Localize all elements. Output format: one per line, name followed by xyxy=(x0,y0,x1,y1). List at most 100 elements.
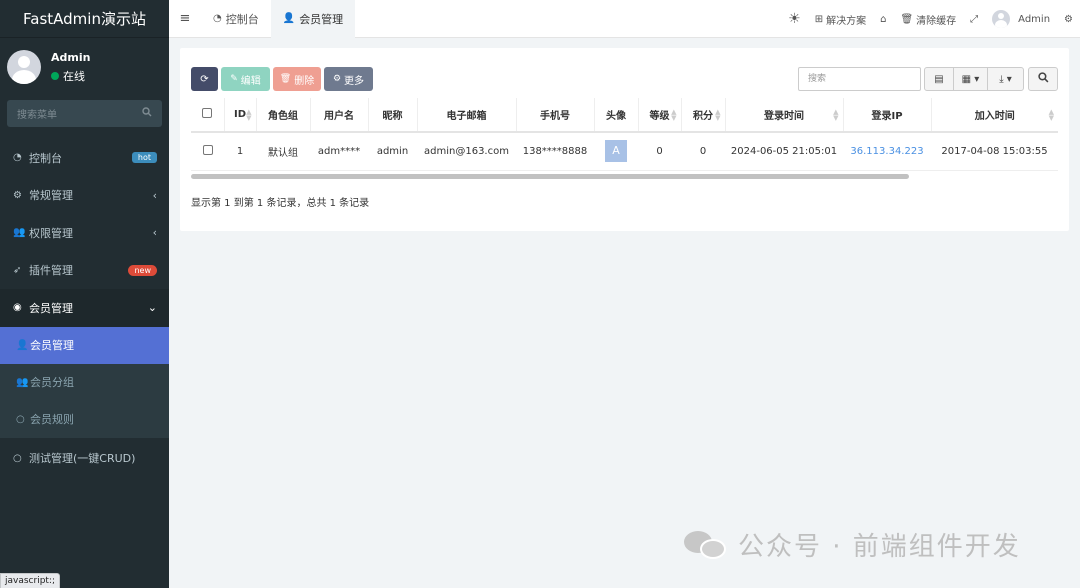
row-checkbox[interactable] xyxy=(202,144,213,155)
sidebar: FastAdmin演示站 Admin 在线 搜索菜单 ◔ 控制台 hot ⚙ 常… xyxy=(0,0,169,588)
menu-search-placeholder: 搜索菜单 xyxy=(17,110,57,121)
cog-icon: ⚙ xyxy=(332,74,342,84)
hot-badge: hot xyxy=(131,152,157,164)
sidebar-item-label: 插件管理 xyxy=(29,264,73,278)
expand-icon: ⤢ xyxy=(970,13,979,25)
sidebar-subitem-member-rule[interactable]: ○ 会员规则 xyxy=(0,401,169,438)
tab-dashboard[interactable]: ◔ 控制台 xyxy=(201,0,271,38)
sidebar-item-addons[interactable]: ➶ 插件管理 new xyxy=(0,252,169,290)
sidebar-item-label: 会员管理 xyxy=(29,301,73,315)
sidebar-item-members[interactable]: ◉ 会员管理 ⌄ xyxy=(0,289,169,327)
user-icon: 👤 xyxy=(282,13,296,24)
view-controls: ▤ ▦ ▾ ⤓ ▾ xyxy=(924,67,1024,91)
dashboard-icon: ◔ xyxy=(213,13,222,24)
sidebar-item-dashboard[interactable]: ◔ 控制台 hot xyxy=(0,139,169,177)
sort-icon: ▲ ▼ xyxy=(833,108,839,122)
export-button[interactable]: ⤓ ▾ xyxy=(987,67,1024,91)
home-button[interactable]: ⌂ xyxy=(873,14,893,25)
column-header[interactable]: ID ▲ ▼ xyxy=(224,98,257,133)
trash-icon: 🗑 xyxy=(279,74,292,84)
columns-toggle-button[interactable]: ▦ ▾ xyxy=(953,67,988,91)
sidebar-subitem-member-group[interactable]: 👥 会员分组 xyxy=(0,364,169,401)
column-header[interactable]: 加入时间 ▲ ▼ xyxy=(931,98,1058,133)
sort-icon: ▲ ▼ xyxy=(246,108,252,122)
user-name: Admin xyxy=(51,50,91,64)
chevron-left-icon: ‹ xyxy=(152,188,157,202)
theme-toggle-button[interactable]: ☀ xyxy=(781,11,808,27)
search-icon[interactable] xyxy=(142,107,152,120)
sun-icon: ☀ xyxy=(788,11,801,27)
circle-icon: ○ xyxy=(13,452,22,464)
user-menu-label: Admin xyxy=(1018,13,1051,25)
horizontal-scrollbar[interactable] xyxy=(191,173,909,179)
fullscreen-button[interactable]: ⤢ xyxy=(963,14,985,25)
sort-icon: ▲ ▼ xyxy=(715,108,721,122)
search-icon xyxy=(1037,72,1049,86)
menu-toggle-icon[interactable]: ≡ xyxy=(169,11,201,26)
dashboard-icon: ◔ xyxy=(13,152,22,164)
delete-button[interactable]: 🗑 删除 xyxy=(273,67,321,91)
select-all-checkbox[interactable] xyxy=(202,108,213,118)
download-icon: ⤓ ▾ xyxy=(999,73,1012,85)
column-header[interactable]: 登录时间 ▲ ▼ xyxy=(725,98,844,133)
sidebar-item-label: 会员规则 xyxy=(30,413,74,426)
status-bar-url: javascript:; xyxy=(0,573,61,588)
tab-member-manage[interactable]: 👤 会员管理 xyxy=(270,0,356,38)
avatar[interactable]: A xyxy=(605,140,627,163)
app-logo[interactable]: FastAdmin演示站 xyxy=(0,0,169,38)
circle-icon: ○ xyxy=(16,413,25,425)
settings-button[interactable]: ⚙ xyxy=(1057,14,1080,25)
new-badge: new xyxy=(128,264,157,276)
top-right-menu: ☀ ⊞ 解决方案 ⌂ 🗑 清除缓存 ⤢ Admin ⚙ xyxy=(781,0,1080,38)
card-view-button[interactable]: ▤ xyxy=(924,67,954,91)
common-search-button[interactable] xyxy=(1028,67,1058,91)
user-panel: Admin 在线 xyxy=(0,42,169,92)
trash-icon: 🗑 xyxy=(900,13,914,25)
edit-label: 编辑 xyxy=(240,75,261,87)
cell-score: 0 xyxy=(681,132,725,171)
member-table: ID ▲ ▼ 角色组 用户名 昵称 电子邮箱 手机号 头像 等级 ▲ ▼ 积分 ▲ ▼ 登录… xyxy=(191,98,1058,179)
cell-id: 1 xyxy=(224,132,256,171)
sidebar-item-test-crud[interactable]: ○ 测试管理(一键CRUD) xyxy=(0,440,169,478)
members-submenu: 👤 会员管理 👥 会员分组 ○ 会员规则 xyxy=(0,326,169,438)
user-menu[interactable]: Admin xyxy=(985,10,1057,28)
wechat-icon xyxy=(684,529,730,561)
sidebar-subitem-member-manage[interactable]: 👤 会员管理 xyxy=(0,326,169,364)
refresh-button[interactable]: ⟳ xyxy=(191,67,218,91)
sidebar-item-label: 控制台 xyxy=(29,151,62,165)
clear-cache-label: 清除缓存 xyxy=(916,15,957,27)
grid-icon: ▦ ▾ xyxy=(961,73,980,85)
edit-button[interactable]: ✎ 编辑 xyxy=(221,67,270,91)
table-row[interactable]: 1 默认组 adm**** admin admin@163.com 138***… xyxy=(191,132,1058,171)
user-status: 在线 xyxy=(51,68,90,84)
pagination-summary: 显示第 1 到第 1 条记录，总共 1 条记录 xyxy=(191,198,370,209)
sidebar-item-general[interactable]: ⚙ 常规管理 ‹ xyxy=(0,177,169,215)
column-header: 头像 xyxy=(594,98,639,133)
solutions-link[interactable]: ⊞ 解决方案 xyxy=(808,12,873,27)
menu-search-input[interactable]: 搜索菜单 xyxy=(7,100,162,127)
column-header[interactable]: 等级 ▲ ▼ xyxy=(638,98,682,133)
column-header: 用户名 xyxy=(310,98,369,133)
more-button[interactable]: ⚙ 更多 xyxy=(324,67,373,91)
cell-username: adm**** xyxy=(310,132,368,171)
online-dot-icon xyxy=(51,71,59,80)
column-header: 登录IP xyxy=(843,98,932,133)
column-header: 手机号 xyxy=(516,98,595,133)
avatar xyxy=(7,50,41,84)
cell-level: 0 xyxy=(638,132,681,171)
content-panel: ⟳ ✎ 编辑 🗑 删除 ⚙ 更多 ▤ ▦ ▾ ⤓ ▾ xyxy=(180,48,1069,231)
cell-login-ip-link[interactable]: 36.113.34.223 xyxy=(843,132,931,171)
user-circle-icon: ◉ xyxy=(13,302,22,314)
column-header[interactable]: 积分 ▲ ▼ xyxy=(681,98,726,133)
users-icon: 👥 xyxy=(16,376,29,388)
cell-email: admin@163.com xyxy=(417,132,516,171)
avatar xyxy=(992,10,1011,28)
delete-label: 删除 xyxy=(294,75,315,87)
sidebar-item-auth[interactable]: 👥 权限管理 ‹ xyxy=(0,214,169,252)
table-search-input[interactable] xyxy=(798,67,921,91)
clear-cache-button[interactable]: 🗑 清除缓存 xyxy=(893,12,963,27)
table-header-row: ID ▲ ▼ 角色组 用户名 昵称 电子邮箱 手机号 头像 等级 ▲ ▼ 积分 ▲ ▼ 登录… xyxy=(191,98,1058,133)
sort-icon: ▲ ▼ xyxy=(1048,108,1054,122)
list-icon: ▤ xyxy=(934,73,944,85)
table-toolbar: ⟳ ✎ 编辑 🗑 删除 ⚙ 更多 xyxy=(191,67,376,91)
